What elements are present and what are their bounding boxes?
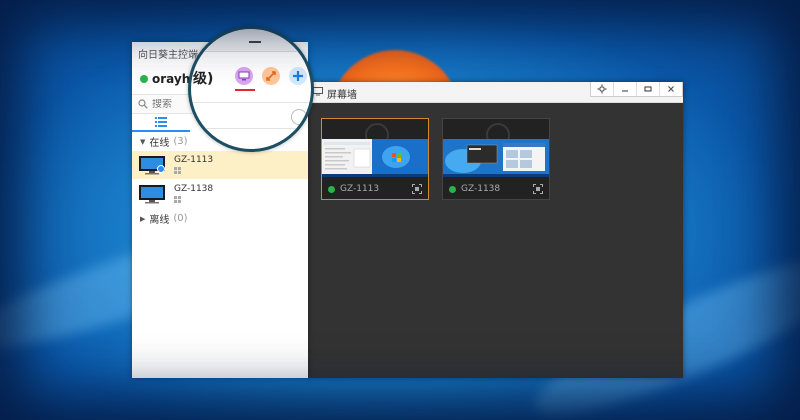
computer-icon xyxy=(139,156,165,175)
window-controls xyxy=(590,82,683,97)
control-icon xyxy=(266,71,276,81)
add-device-button[interactable] xyxy=(289,67,307,85)
desktop-background: 屏幕墙 GZ-1113 GZ-1138 向日葵主控端 orayhais 搜索 ▼… xyxy=(0,0,800,420)
windows-icon xyxy=(174,167,181,174)
search-icon xyxy=(291,109,307,125)
minimize-button[interactable] xyxy=(613,82,636,96)
screen-thumbnail[interactable]: GZ-1113 xyxy=(321,118,429,200)
thumbnail-device-name: GZ-1138 xyxy=(461,184,501,194)
client-window-title: 向日葵主控端 xyxy=(138,50,198,61)
gear-icon xyxy=(597,84,607,94)
group-offline[interactable]: ▶ 离线 (0) xyxy=(140,211,188,226)
group-online[interactable]: ▼ 在线 (3) xyxy=(140,134,188,149)
account-level-text: 级) xyxy=(193,71,214,87)
expanded-arrow-icon: ▼ xyxy=(140,137,146,146)
group-label: 在线 xyxy=(149,138,170,149)
minimize-icon xyxy=(622,90,628,92)
settings-button[interactable] xyxy=(591,82,613,96)
fullscreen-icon[interactable] xyxy=(533,184,543,194)
online-status-dot xyxy=(140,75,148,83)
device-item[interactable]: GZ-1113 xyxy=(132,151,308,179)
remote-desktop-button[interactable] xyxy=(235,67,253,85)
maximize-button[interactable] xyxy=(636,82,659,96)
plus-icon xyxy=(293,71,303,81)
minimize-icon xyxy=(249,41,261,43)
screen-thumbnail[interactable]: GZ-1138 xyxy=(442,118,550,200)
thumbnail-footer: GZ-1113 xyxy=(322,179,428,199)
online-status-dot xyxy=(449,185,456,193)
screen-wall-title: 屏幕墙 xyxy=(327,90,357,101)
active-indicator xyxy=(235,89,255,91)
screen-wall-window: 屏幕墙 GZ-1113 GZ-1138 xyxy=(307,82,683,378)
remote-control-button[interactable] xyxy=(262,67,280,85)
collapsed-arrow-icon: ▶ xyxy=(140,214,146,223)
monitor-icon xyxy=(238,71,250,81)
device-name: GZ-1113 xyxy=(174,155,214,165)
computer-icon xyxy=(139,185,165,204)
divider xyxy=(191,102,311,103)
divider xyxy=(191,128,311,129)
list-icon xyxy=(155,117,167,127)
remote-screen-image xyxy=(443,139,549,177)
windows-icon xyxy=(174,196,181,203)
device-item[interactable]: GZ-1138 xyxy=(132,180,308,208)
device-name: GZ-1138 xyxy=(174,184,214,194)
search-icon xyxy=(138,99,148,109)
close-icon xyxy=(668,86,674,92)
remote-screen-preview xyxy=(443,139,549,177)
group-label: 离线 xyxy=(149,215,170,226)
screen-wall-titlebar: 屏幕墙 xyxy=(307,82,683,103)
zoom-callout: 级) xyxy=(188,26,314,152)
thumbnail-footer: GZ-1138 xyxy=(443,179,549,199)
monitor-icon xyxy=(313,87,323,96)
group-count: (0) xyxy=(173,213,188,224)
group-count: (3) xyxy=(173,136,188,147)
fullscreen-icon[interactable] xyxy=(412,184,422,194)
maximize-icon xyxy=(644,86,652,92)
online-status-dot xyxy=(328,185,335,193)
tab-list-view[interactable] xyxy=(132,114,190,132)
remote-screen-preview xyxy=(322,139,428,177)
remote-screen-image xyxy=(322,139,428,177)
thumbnail-device-name: GZ-1113 xyxy=(340,184,380,194)
close-button[interactable] xyxy=(659,82,682,96)
